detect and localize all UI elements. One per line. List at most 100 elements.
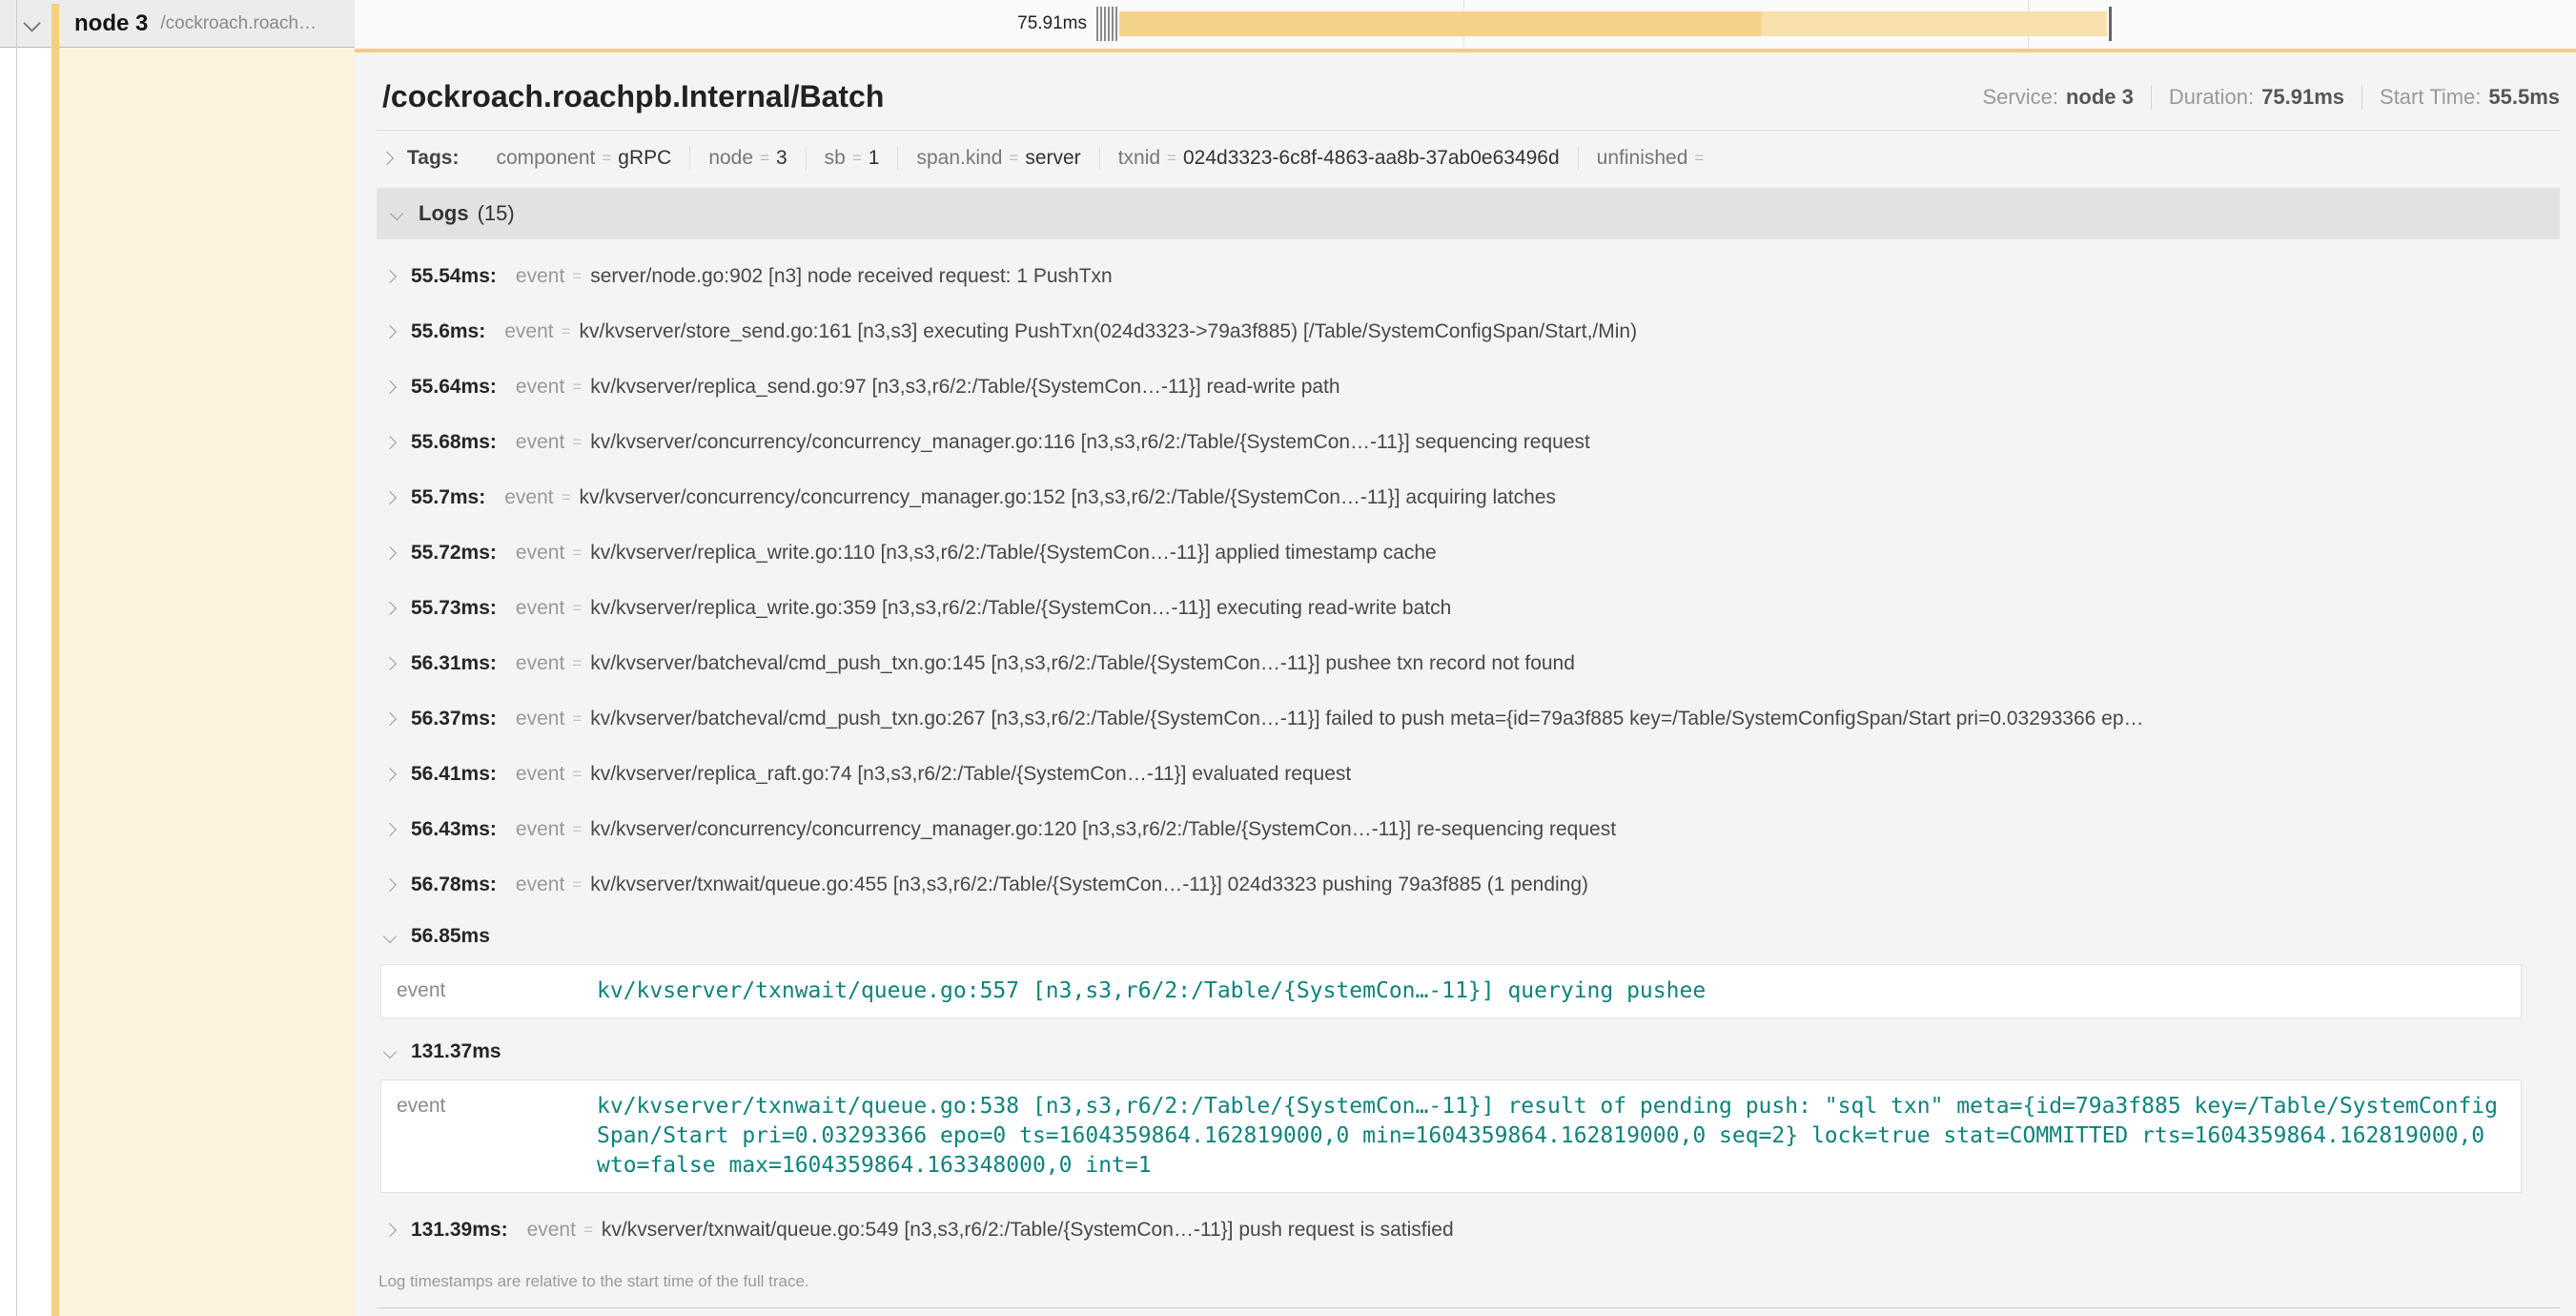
chevron-right-icon[interactable] <box>383 270 397 283</box>
log-entry-row[interactable]: 56.31ms: event = kv/kvserver/batcheval/c… <box>378 636 2560 691</box>
service-value: node 3 <box>2066 85 2134 110</box>
equals-sign: = <box>852 149 862 168</box>
tag-value: 024d3323-6c8f-4863-aa8b-37ab0e63496d <box>1183 147 1560 170</box>
meta-divider <box>2361 85 2362 110</box>
log-marker-tick <box>1108 7 1110 41</box>
logs-section-header[interactable]: Logs (15) <box>377 188 2560 239</box>
span-detail-header: /cockroach.roachpb.Internal/Batch Servic… <box>377 52 2560 131</box>
chevron-down-icon[interactable] <box>390 207 403 220</box>
equals-sign: = <box>1167 149 1176 168</box>
equals-sign: = <box>572 875 582 894</box>
log-entry-row[interactable]: 56.37ms: event = kv/kvserver/batcheval/c… <box>378 691 2560 747</box>
chevron-down-icon[interactable] <box>383 930 397 943</box>
logs-title: Logs <box>419 201 469 226</box>
chevron-right-icon[interactable] <box>383 768 397 781</box>
service-label: Service: <box>1982 85 2057 110</box>
chevron-right-icon[interactable] <box>383 657 397 670</box>
log-field-key: event <box>516 376 564 399</box>
log-field-key: event <box>504 486 553 509</box>
log-message: kv/kvserver/batcheval/cmd_push_txn.go:26… <box>590 708 2143 730</box>
log-field-key: event <box>516 708 564 730</box>
log-entry-row[interactable]: 56.41ms: event = kv/kvserver/replica_raf… <box>378 747 2560 802</box>
equals-sign: = <box>572 820 582 839</box>
selected-span-highlight-column <box>59 49 355 1316</box>
logs-count: (15) <box>478 201 515 226</box>
chevron-right-icon[interactable] <box>383 491 397 504</box>
equals-sign: = <box>572 544 582 563</box>
chevron-down-icon[interactable] <box>23 14 40 31</box>
trace-timeline-screen: node 3 /cockroach.roach… 75.91ms /cockro… <box>0 0 2576 1316</box>
tag-key: component <box>496 147 595 170</box>
log-timestamp: 55.6ms: <box>411 320 485 343</box>
log-entry-row[interactable]: 55.64ms: event = kv/kvserver/replica_sen… <box>378 360 2560 415</box>
chevron-down-icon[interactable] <box>383 1045 397 1059</box>
chevron-right-icon[interactable] <box>383 380 397 394</box>
log-timestamp: 56.43ms: <box>411 818 497 841</box>
log-field-key: event <box>516 542 564 565</box>
tag-value: 3 <box>776 147 787 170</box>
chevron-right-icon[interactable] <box>383 546 397 560</box>
log-message: kv/kvserver/replica_send.go:97 [n3,s3,r6… <box>590 376 1339 399</box>
start-time-label: Start Time: <box>2380 85 2481 110</box>
log-message: server/node.go:902 [n3] node received re… <box>590 265 1113 288</box>
log-entry-row[interactable]: 55.68ms: event = kv/kvserver/concurrency… <box>378 415 2560 470</box>
equals-sign: = <box>1009 149 1018 168</box>
log-message: kv/kvserver/concurrency/concurrency_mana… <box>590 818 1616 841</box>
tags-row[interactable]: Tags: component=gRPC node=3 sb=1 span.ki… <box>377 131 2560 182</box>
log-entry-row[interactable]: 55.7ms: event = kv/kvserver/concurrency/… <box>378 470 2560 525</box>
chevron-right-icon[interactable] <box>383 823 397 836</box>
chevron-right-icon[interactable] <box>383 325 397 339</box>
log-field-value: kv/kvserver/txnwait/queue.go:557 [n3,s3,… <box>597 977 1706 1006</box>
span-detail-panel: /cockroach.roachpb.Internal/Batch Servic… <box>355 49 2576 1316</box>
log-message: kv/kvserver/replica_write.go:359 [n3,s3,… <box>590 597 1451 620</box>
tag-value: gRPC <box>618 147 671 170</box>
log-entry-row[interactable]: 55.6ms: event = kv/kvserver/store_send.g… <box>378 304 2560 360</box>
log-timestamp: 55.64ms: <box>411 376 497 399</box>
equals-sign: = <box>572 599 582 618</box>
log-entry-row-expanded[interactable]: 131.37ms <box>378 1028 2560 1076</box>
log-timestamp: 55.72ms: <box>411 542 497 565</box>
equals-sign: = <box>572 654 582 673</box>
log-entry-row-expanded[interactable]: 56.85ms <box>378 913 2560 960</box>
equals-sign: = <box>572 765 582 784</box>
log-entry-row[interactable]: 56.78ms: event = kv/kvserver/txnwait/que… <box>378 857 2560 913</box>
log-timestamp: 56.85ms <box>411 925 490 948</box>
span-row[interactable]: node 3 /cockroach.roach… 75.91ms <box>0 0 2576 49</box>
log-timestamp: 56.41ms: <box>411 763 497 786</box>
equals-sign: = <box>572 709 582 729</box>
log-entry-row[interactable]: 55.54ms: event = server/node.go:902 [n3]… <box>378 249 2560 304</box>
chevron-right-icon[interactable] <box>383 602 397 615</box>
log-marker-tick <box>1112 7 1114 41</box>
log-message: kv/kvserver/concurrency/concurrency_mana… <box>580 486 1556 509</box>
span-title: /cockroach.roachpb.Internal/Batch <box>382 79 884 114</box>
chevron-right-icon[interactable] <box>383 878 397 892</box>
log-field-key: event <box>504 320 553 343</box>
log-fields-table: event kv/kvserver/txnwait/queue.go:557 [… <box>380 964 2522 1018</box>
log-entry-row[interactable]: 131.39ms: event = kv/kvserver/txnwait/qu… <box>378 1203 2560 1258</box>
log-timestamp: 55.68ms: <box>411 431 497 454</box>
equals-sign: = <box>602 149 611 168</box>
log-message: kv/kvserver/txnwait/queue.go:549 [n3,s3,… <box>602 1219 1454 1242</box>
log-fields-table: event kv/kvserver/txnwait/queue.go:538 [… <box>380 1080 2522 1193</box>
chevron-right-icon[interactable] <box>383 1223 397 1237</box>
logs-footer-note: Log timestamps are relative to the start… <box>377 1258 2560 1291</box>
log-field-key: event <box>516 431 564 454</box>
log-field-key: event <box>397 977 597 1006</box>
chevron-right-icon[interactable] <box>383 436 397 449</box>
log-entry-row[interactable]: 55.73ms: event = kv/kvserver/replica_wri… <box>378 581 2560 636</box>
log-entry-row[interactable]: 56.43ms: event = kv/kvserver/concurrency… <box>378 802 2560 857</box>
log-field-key: event <box>516 265 564 288</box>
equals-sign: = <box>760 149 769 168</box>
chevron-right-icon[interactable] <box>383 712 397 726</box>
log-entry-row[interactable]: 55.72ms: event = kv/kvserver/replica_wri… <box>378 525 2560 581</box>
tag-item: txnid = 024d3323-6c8f-4863-aa8b-37ab0e6349… <box>1099 147 1578 170</box>
span-duration-bar[interactable] <box>1119 11 2107 36</box>
log-timestamp: 131.39ms: <box>411 1219 508 1242</box>
tag-key: unfinished <box>1597 147 1688 170</box>
log-timestamp: 131.37ms <box>411 1040 501 1063</box>
log-timestamp: 56.31ms: <box>411 652 497 675</box>
span-duration-label: 75.91ms <box>953 0 1087 48</box>
tag-key: txnid <box>1118 147 1160 170</box>
chevron-right-icon[interactable] <box>380 152 394 165</box>
log-marker-tick <box>1104 7 1106 41</box>
